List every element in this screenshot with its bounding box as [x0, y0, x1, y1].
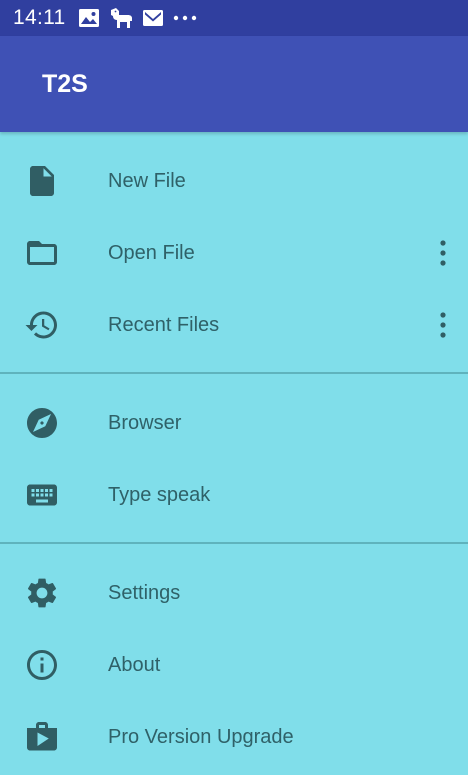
- menu-item-label: Browser: [108, 412, 182, 434]
- status-bar: 14:11: [0, 0, 468, 36]
- menu-item-label: Pro Version Upgrade: [108, 726, 294, 748]
- drawer-menu: New File Open File Recent Files Browser …: [0, 132, 468, 775]
- menu-item-browser[interactable]: Browser: [0, 387, 468, 459]
- menu-item-recent-files[interactable]: Recent Files: [0, 289, 468, 361]
- app-title: T2S: [42, 70, 88, 98]
- dog-icon: [108, 6, 134, 30]
- menu-item-label: Open File: [108, 242, 195, 264]
- more-horizontal-icon: [172, 14, 198, 22]
- more-vertical-icon[interactable]: [428, 235, 458, 271]
- menu-item-label: Recent Files: [108, 314, 220, 336]
- menu-item-label: Type speak: [108, 484, 211, 506]
- image-icon: [78, 8, 100, 28]
- menu-item-open-file[interactable]: Open File: [0, 217, 468, 289]
- menu-item-type-speak[interactable]: Type speak: [0, 459, 468, 531]
- menu-item-label: New File: [108, 170, 186, 192]
- menu-item-label: Settings: [108, 582, 181, 604]
- app-bar: T2S: [0, 36, 468, 132]
- divider: [0, 372, 468, 374]
- compass-icon: [24, 405, 60, 441]
- more-vertical-icon[interactable]: [428, 307, 458, 343]
- status-icons: [78, 6, 198, 30]
- menu-item-pro-upgrade[interactable]: Pro Version Upgrade: [0, 701, 468, 773]
- menu-item-new-file[interactable]: New File: [0, 145, 468, 217]
- menu-item-label: About: [108, 654, 161, 676]
- gear-icon: [24, 575, 60, 611]
- shop-play-icon: [24, 719, 60, 755]
- status-time: 14:11: [13, 6, 66, 29]
- divider: [0, 542, 468, 544]
- keyboard-icon: [24, 477, 60, 513]
- info-icon: [24, 647, 60, 683]
- folder-icon: [24, 235, 60, 271]
- mail-icon: [142, 9, 164, 27]
- menu-item-about[interactable]: About: [0, 629, 468, 701]
- file-icon: [24, 163, 60, 199]
- menu-item-settings[interactable]: Settings: [0, 557, 468, 629]
- history-icon: [24, 307, 60, 343]
